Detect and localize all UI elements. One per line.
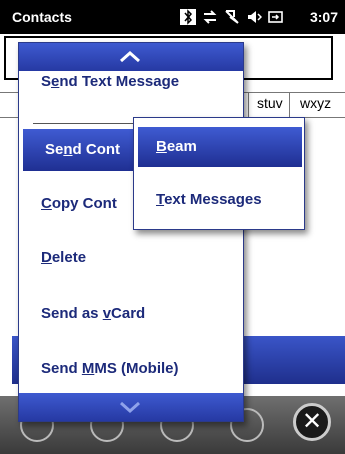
menu-item-mnemonic: n	[63, 141, 73, 158]
submenu-item-label-post: eam	[166, 138, 197, 155]
signal-icon	[225, 10, 239, 24]
menu-item-mnemonic: v	[102, 305, 112, 322]
chevron-up-icon	[120, 51, 140, 63]
status-icons	[180, 6, 284, 28]
menu-item-send-text-message[interactable]: Send Text Message	[19, 76, 243, 100]
alpha-divider	[289, 93, 290, 117]
menu-scroll-up-button[interactable]	[19, 43, 243, 71]
menu-item-label-pre: Send	[41, 360, 82, 377]
submenu-item-label-post: ext Messages	[164, 191, 262, 208]
submenu-item-mnemonic: T	[156, 191, 165, 208]
menu-item-delete[interactable]: Delete	[19, 237, 243, 279]
menu-item-label-post: nd Text Message	[59, 76, 180, 90]
menu-item-send-mms[interactable]: Send MMS (Mobile)	[19, 348, 243, 390]
menu-item-label-post: opy Cont	[51, 195, 117, 212]
menu-item-label-pre: Se	[45, 141, 64, 158]
submenu-item-beam[interactable]: Beam	[138, 127, 302, 167]
menu-item-label-pre: Send as	[41, 305, 103, 322]
context-menu: Send Text Message Send Cont Copy Cont De…	[18, 42, 244, 422]
chevron-down-icon	[120, 401, 140, 413]
menu-item-label-post: d Cont	[72, 141, 121, 158]
send-contact-submenu: Beam Text Messages	[133, 117, 305, 230]
menu-item-label-post: Card	[111, 305, 146, 322]
menu-scroll-down-button[interactable]	[19, 393, 243, 421]
status-bar: Contacts 3:07	[0, 0, 345, 34]
volume-icon	[248, 11, 262, 23]
menu-item-mnemonic: D	[41, 249, 52, 266]
menu-item-label-post: elete	[51, 249, 87, 266]
close-icon: ✕	[301, 407, 323, 435]
submenu-item-mnemonic: B	[156, 138, 167, 155]
menu-item-mnemonic: M	[81, 360, 95, 377]
alpha-tab-stuv[interactable]: stuv	[257, 95, 283, 117]
alpha-tab-wxyz[interactable]: wxyz	[300, 95, 331, 117]
menu-item-send-as-vcard[interactable]: Send as vCard	[19, 293, 243, 335]
close-button[interactable]: ✕	[293, 403, 331, 441]
alpha-divider	[248, 93, 249, 117]
bluetooth-icon	[180, 9, 196, 25]
menu-item-label-pre: S	[41, 76, 52, 90]
submenu-item-text-messages[interactable]: Text Messages	[138, 180, 302, 220]
app-title: Contacts	[12, 9, 72, 25]
menu-item-mnemonic: C	[41, 195, 52, 212]
battery-icon	[268, 11, 283, 23]
clock: 3:07	[309, 9, 338, 25]
menu-item-label-post: MS (Mobile)	[94, 360, 179, 377]
sync-icon	[203, 10, 217, 24]
